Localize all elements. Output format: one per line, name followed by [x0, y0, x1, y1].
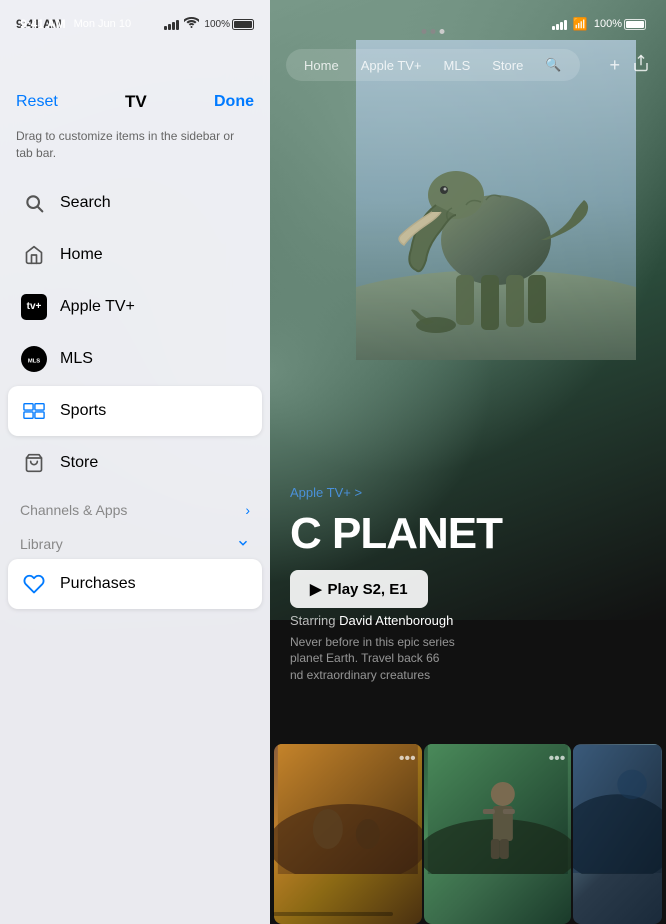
- mls-icon: MLS: [20, 345, 48, 373]
- search-icon: [20, 189, 48, 217]
- sidebar-item-appletv-label: Apple TV+: [60, 298, 135, 316]
- sidebar-item-purchases-label: Purchases: [60, 575, 136, 593]
- sports-icon: [20, 397, 48, 425]
- sidebar-item-mls-label: MLS: [60, 350, 93, 368]
- appletv-icon: tv+: [20, 293, 48, 321]
- sidebar-item-search-label: Search: [60, 194, 111, 212]
- nav-tab-appletv[interactable]: Apple TV+: [351, 54, 432, 77]
- nav-tabs: Home Apple TV+ MLS Store 🔍: [286, 49, 580, 81]
- sidebar-item-store-label: Store: [60, 454, 98, 472]
- sidebar-item-home[interactable]: Home: [8, 230, 262, 280]
- library-items: Purchases: [0, 559, 270, 609]
- episode-more-button-2[interactable]: •••: [549, 750, 566, 768]
- sidebar-item-sports[interactable]: Sports: [8, 386, 262, 436]
- sidebar-reset-button[interactable]: Reset: [16, 93, 58, 111]
- hero-starring: Starring David Attenborough: [290, 613, 646, 628]
- nav-share-button[interactable]: [632, 54, 650, 77]
- nav-tab-store[interactable]: Store: [482, 54, 533, 77]
- channels-section-label: Channels & Apps: [20, 502, 127, 518]
- play-button-label: Play S2, E1: [328, 581, 408, 598]
- wifi-icon: 📶: [573, 17, 588, 31]
- sidebar-header: Reset TV Done: [0, 40, 270, 124]
- episode-more-button-1[interactable]: •••: [399, 750, 416, 768]
- nav-search-icon[interactable]: 🔍: [535, 53, 571, 77]
- battery-indicator: 100%: [594, 18, 646, 30]
- sidebar-done-button[interactable]: Done: [214, 93, 254, 111]
- play-button[interactable]: ▶ Play S2, E1: [290, 570, 428, 608]
- nav-tab-mls[interactable]: MLS: [434, 54, 481, 77]
- nav-bar: Home Apple TV+ MLS Store 🔍 +: [270, 40, 666, 90]
- home-indicator: [273, 912, 393, 916]
- purchases-icon: [20, 570, 48, 598]
- hero-title: C PLANET: [290, 510, 646, 558]
- status-icons: 📶 100%: [552, 17, 646, 31]
- play-icon: ▶: [310, 580, 322, 598]
- library-section-label: Library: [20, 536, 63, 552]
- hero-source[interactable]: Apple TV+ >: [290, 485, 646, 500]
- home-icon: [20, 241, 48, 269]
- channels-chevron-icon: ›: [245, 502, 250, 518]
- library-chevron-icon: [236, 536, 250, 553]
- sidebar-items-list: Search Home tv+ Apple TV+: [0, 178, 270, 488]
- sidebar-item-purchases[interactable]: Purchases: [8, 559, 262, 609]
- episode-card-1[interactable]: ••• EPISODE 2 Ends ng through a scorchin…: [274, 744, 422, 924]
- sidebar-drag-hint: Drag to customize items in the sidebar o…: [0, 124, 270, 178]
- nav-right-buttons: +: [609, 54, 650, 77]
- sidebar-item-home-label: Home: [60, 246, 103, 264]
- sidebar-item-appletv[interactable]: tv+ Apple TV+: [8, 282, 262, 332]
- svg-text:MLS: MLS: [28, 358, 40, 364]
- library-section-header[interactable]: Library: [0, 524, 270, 559]
- sidebar-item-store[interactable]: Store: [8, 438, 262, 488]
- episode-card-2[interactable]: ••• EPISODE 3 Swamps In a drought-strick…: [424, 744, 572, 924]
- sidebar: 9:41 AM 100% Reset TV Do: [0, 0, 270, 924]
- nav-add-button[interactable]: +: [609, 55, 620, 76]
- status-time: 9:41 AM: [20, 17, 66, 31]
- sidebar-title: TV: [125, 92, 147, 112]
- sidebar-item-sports-label: Sports: [60, 402, 106, 420]
- channels-section-header[interactable]: Channels & Apps ›: [0, 490, 270, 524]
- hero-description: Never before in this epic seriesplanet E…: [290, 634, 646, 684]
- sidebar-item-mls[interactable]: MLS MLS: [8, 334, 262, 384]
- status-date: Mon Jun 10: [74, 18, 131, 30]
- store-icon: [20, 449, 48, 477]
- signal-icon: [552, 18, 567, 30]
- sidebar-item-search[interactable]: Search: [8, 178, 262, 228]
- status-bar: 9:41 AM Mon Jun 10 📶 100%: [0, 0, 666, 40]
- episode-card-3[interactable]: EPISODE Oce Deep world Mosa... Details: [573, 744, 662, 924]
- nav-tab-home[interactable]: Home: [294, 54, 349, 77]
